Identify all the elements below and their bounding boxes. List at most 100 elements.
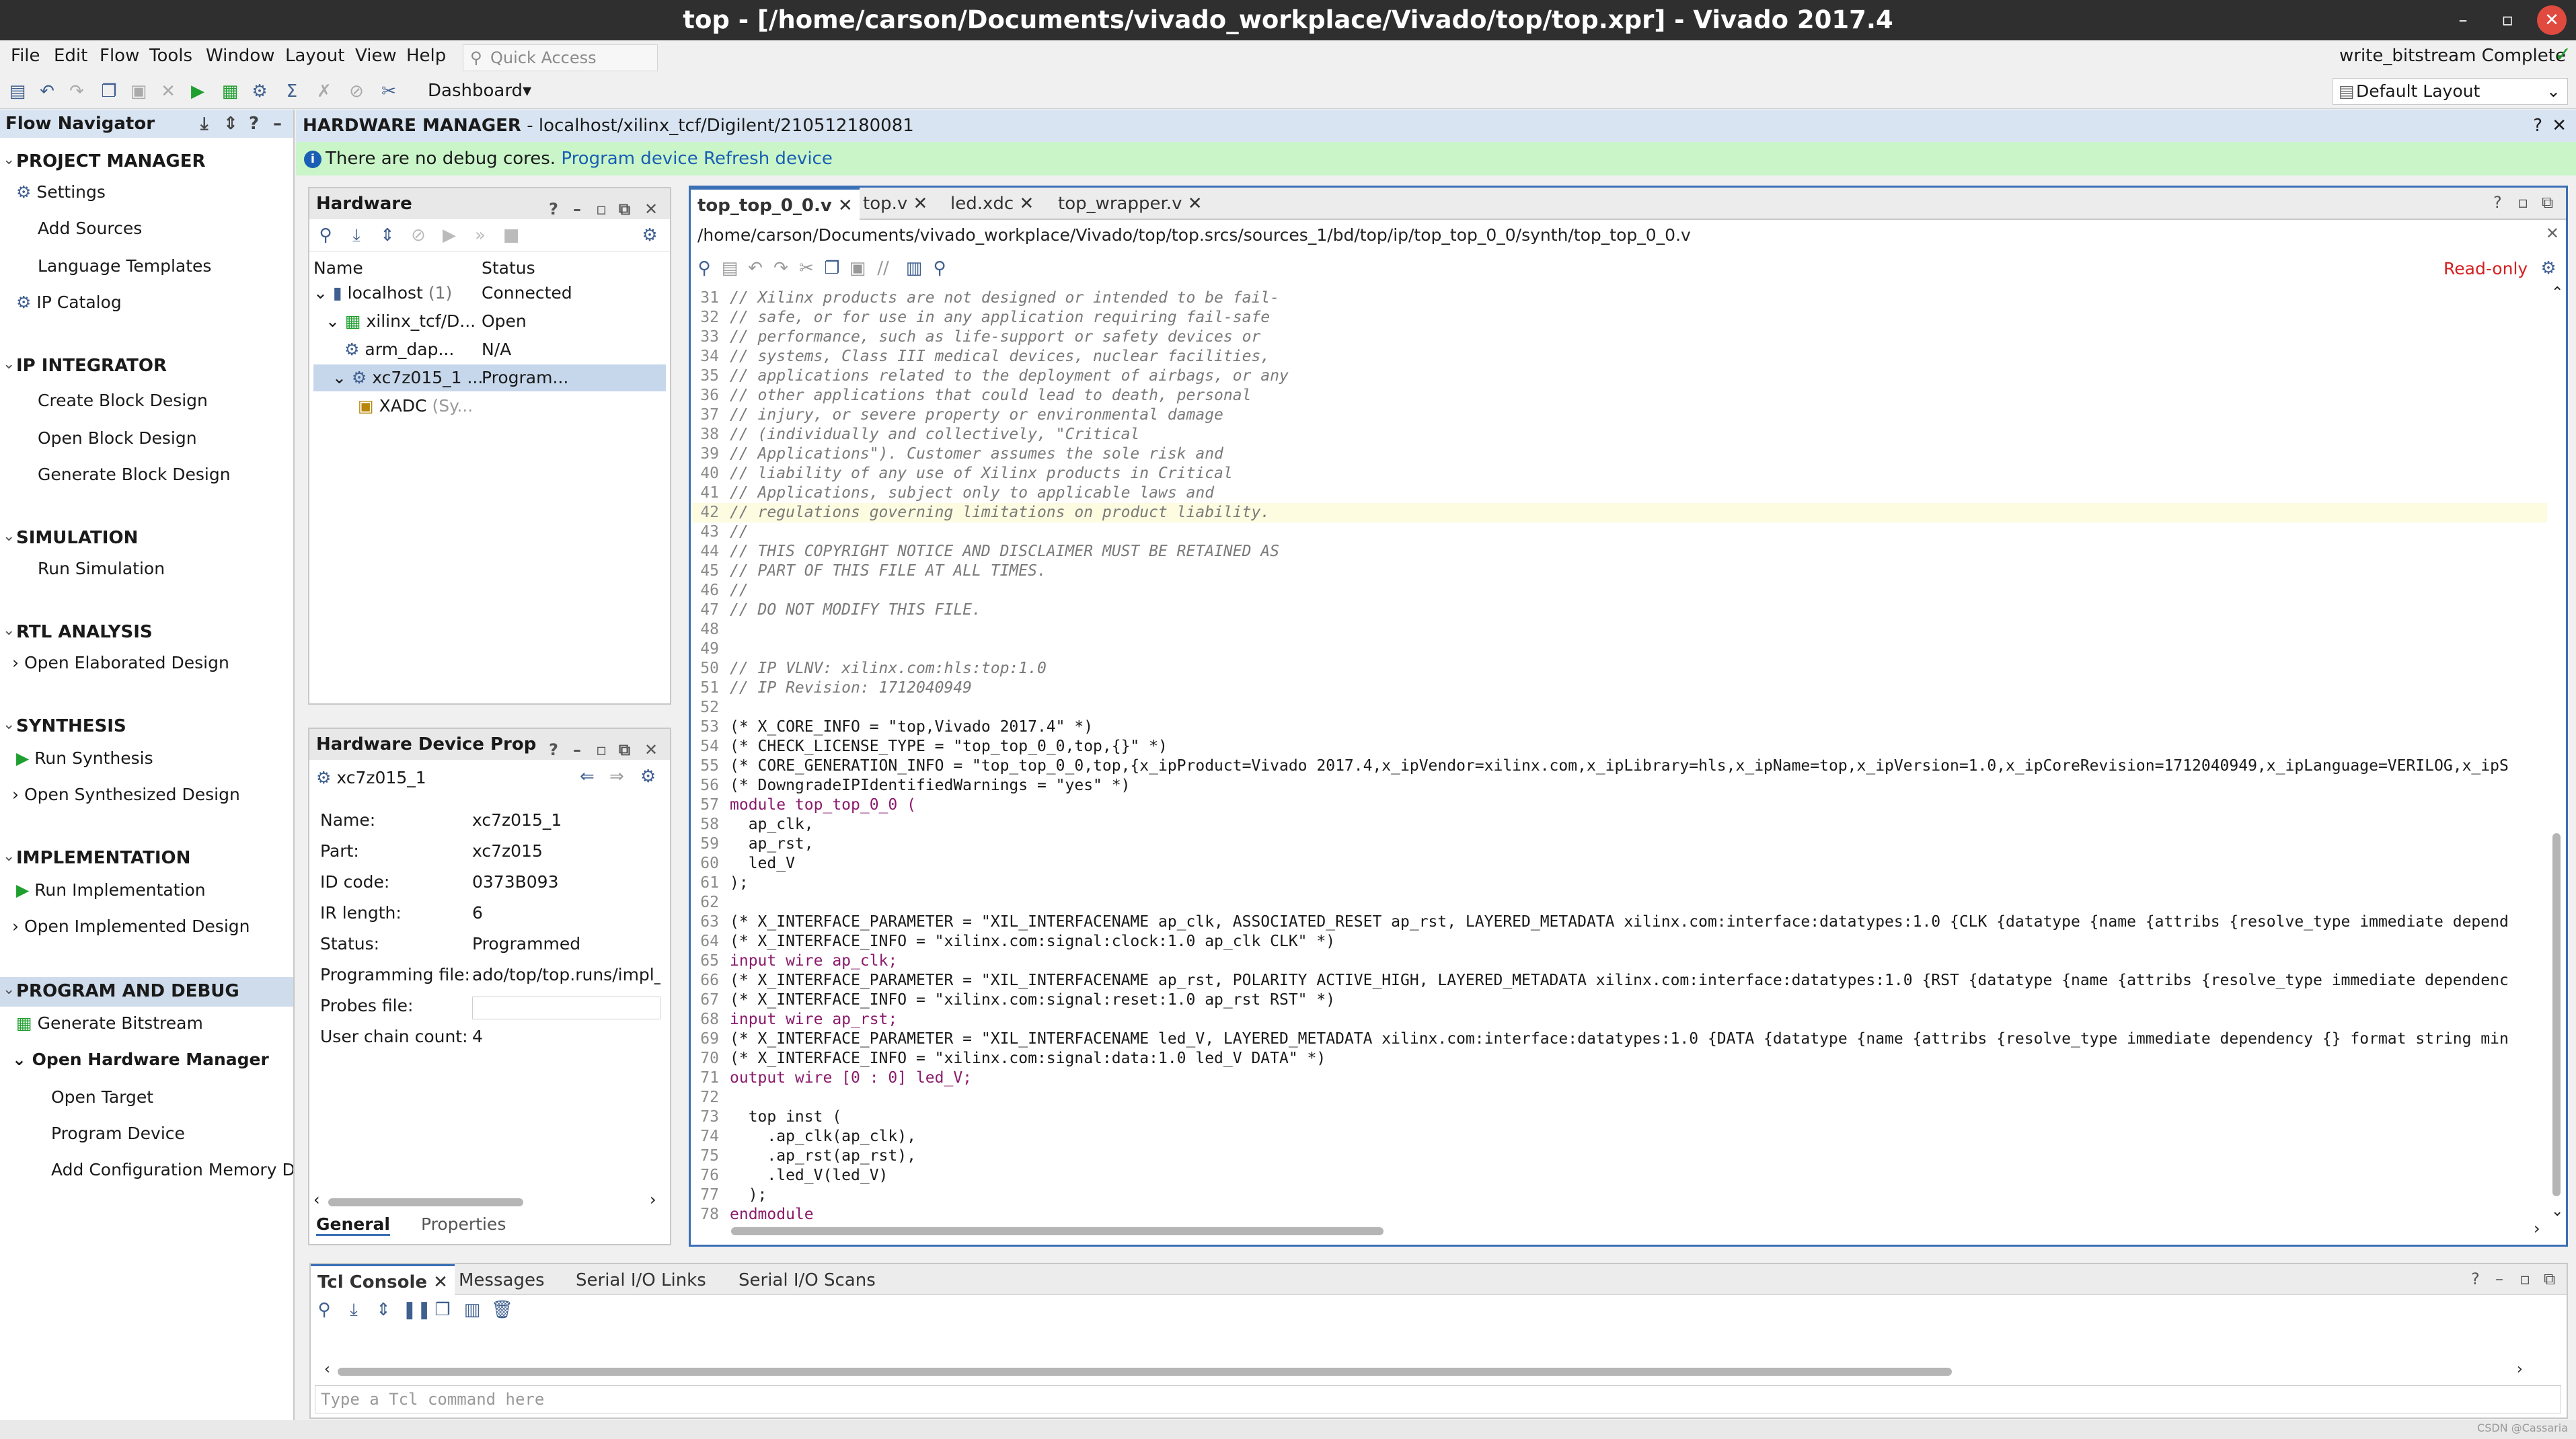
chevron-up-icon[interactable]: ⌃ (2551, 284, 2563, 301)
auto-connect-icon[interactable]: ⊘ (408, 225, 429, 246)
menu-tools[interactable]: Tools (149, 46, 192, 66)
minimize-icon[interactable]: – (2448, 5, 2478, 35)
tree-row-arm-dap[interactable]: ⚙ arm_dap... N/A (313, 336, 666, 363)
pause-icon[interactable]: ❚❚ (402, 1299, 432, 1321)
nav-run-simulation[interactable]: Run Simulation (38, 559, 165, 578)
tab-messages[interactable]: Messages (452, 1264, 552, 1296)
nav-open-block-design[interactable]: Open Block Design (38, 428, 197, 448)
nav-generate-bitstream[interactable]: ▦ Generate Bitstream (16, 1013, 203, 1033)
restore-panel-icon[interactable]: ▫ (2520, 1270, 2530, 1288)
section-ip-integrator[interactable]: IP INTEGRATOR (16, 356, 167, 376)
dashboard-menu[interactable]: Dashboard▾ (428, 81, 531, 101)
close-window-button[interactable]: ✕ (2537, 5, 2567, 35)
close-icon[interactable]: ✕ (2552, 110, 2567, 142)
minimize-panel-icon[interactable]: – (573, 734, 581, 765)
redo-icon[interactable]: ↷ (66, 81, 87, 102)
menu-view[interactable]: View (355, 46, 397, 66)
tab-top-top-0-0[interactable]: top_top_0_0.v ✕ (691, 188, 860, 220)
quick-access-input[interactable]: ⚲ Quick Access (463, 44, 658, 71)
menu-window[interactable]: Window (206, 46, 275, 66)
help-icon[interactable]: ? (2533, 110, 2542, 142)
refresh-device-link[interactable]: Refresh device (704, 149, 833, 169)
vertical-scrollbar[interactable]: ⌃ ⌄ (2548, 284, 2565, 1220)
trash-icon[interactable]: 🗑 (491, 1299, 513, 1321)
probes-file-field[interactable] (472, 997, 660, 1019)
copy-icon[interactable]: ❐ (821, 258, 843, 279)
run-icon[interactable]: ▶ (187, 81, 209, 102)
section-rtl-analysis[interactable]: RTL ANALYSIS (16, 622, 153, 642)
layout-select[interactable]: ▤ Default Layout ⌄ (2333, 78, 2568, 105)
nav-open-implemented-design[interactable]: › Open Implemented Design (12, 917, 250, 936)
undo-icon[interactable]: ↶ (36, 81, 58, 102)
menu-file[interactable]: File (11, 46, 40, 66)
back-arrow-icon[interactable]: ⇐ (580, 767, 595, 787)
nav-ip-catalog[interactable]: ⚙ IP Catalog (16, 293, 122, 312)
paste-icon[interactable]: ▣ (128, 81, 149, 102)
tab-general[interactable]: General (316, 1214, 390, 1236)
help-icon[interactable]: ? (2493, 193, 2502, 212)
horizontal-scrollbar[interactable]: › (731, 1219, 2547, 1239)
run-immediate-icon[interactable]: » (469, 225, 491, 246)
section-project-manager[interactable]: PROJECT MANAGER (16, 151, 205, 171)
search-icon[interactable]: ⚲ (693, 258, 715, 279)
copy-icon[interactable]: ❐ (98, 81, 120, 102)
restore-panel-icon[interactable]: ▫ (596, 734, 607, 765)
search-icon[interactable]: ⚲ (315, 225, 336, 246)
gear-icon[interactable]: ⚙ (2538, 258, 2559, 279)
nav-run-synthesis[interactable]: ▶ Run Synthesis (16, 748, 153, 768)
nav-run-implementation[interactable]: ▶ Run Implementation (16, 880, 206, 900)
nav-add-sources[interactable]: Add Sources (38, 219, 142, 238)
expand-all-icon[interactable]: ⇕ (373, 1299, 394, 1321)
chevron-down-icon[interactable]: ⌄ (3, 151, 15, 168)
copy-icon[interactable]: ❐ (432, 1299, 453, 1321)
forward-arrow-icon[interactable]: ⇒ (609, 767, 624, 787)
nav-settings[interactable]: ⚙ Settings (16, 182, 106, 202)
chevron-left-icon[interactable]: ‹ (313, 1190, 320, 1209)
close-tab-icon[interactable]: ✕ (913, 194, 928, 214)
chevron-right-icon[interactable]: › (2517, 1361, 2523, 1378)
paste-icon[interactable]: ▣ (847, 258, 868, 279)
scrollbar-thumb[interactable] (338, 1368, 1952, 1376)
close-tab-icon[interactable]: ✕ (838, 196, 853, 216)
menu-help[interactable]: Help (406, 46, 446, 66)
float-panel-icon[interactable]: ⧉ (2542, 193, 2553, 212)
undo-icon[interactable]: ↶ (745, 258, 766, 279)
minimize-panel-icon[interactable]: – (2495, 1270, 2503, 1288)
chevron-down-icon[interactable]: ⌄ (3, 716, 15, 733)
console-horizontal-scrollbar[interactable]: ‹ › (324, 1361, 2530, 1378)
sigma-icon[interactable]: Σ (281, 81, 303, 102)
delete-icon[interactable]: ✕ (157, 81, 179, 102)
close-tab-icon[interactable]: ✕ (1188, 194, 1203, 214)
section-synthesis[interactable]: SYNTHESIS (16, 716, 126, 736)
expand-all-icon[interactable]: ⇕ (377, 225, 398, 246)
expand-all-icon[interactable]: ⇕ (223, 110, 238, 138)
chevron-down-icon[interactable]: ⌄ (3, 848, 15, 865)
close-panel-icon[interactable]: ✕ (644, 734, 658, 765)
collapse-all-icon[interactable]: ⤓ (200, 110, 209, 138)
menu-edit[interactable]: Edit (54, 46, 87, 66)
cancel-icon[interactable]: ⊘ (346, 81, 367, 102)
tools-icon[interactable]: ✂ (378, 81, 400, 102)
help-icon[interactable]: ? (2471, 1270, 2480, 1288)
help-icon[interactable]: ? (549, 734, 558, 765)
nav-program-device[interactable]: Program Device (51, 1124, 185, 1143)
chevron-down-icon[interactable]: ⌄ (3, 622, 15, 639)
collapse-all-icon[interactable]: ⤓ (346, 225, 367, 246)
lightbulb-icon[interactable]: ⚲ (929, 258, 950, 279)
chevron-down-icon[interactable]: ⌄ (3, 356, 15, 373)
chevron-down-icon[interactable]: ⌄ (3, 981, 15, 998)
nav-add-configuration-memory[interactable]: Add Configuration Memory De (51, 1160, 293, 1179)
tree-row-xc7z015[interactable]: ⌄ ⚙ xc7z015_1 ... Program... (313, 364, 666, 391)
nav-open-synthesized-design[interactable]: › Open Synthesized Design (12, 785, 240, 804)
section-implementation[interactable]: IMPLEMENTATION (16, 848, 190, 868)
comment-icon[interactable]: // (872, 258, 894, 279)
cut-icon[interactable]: ✂ (796, 258, 817, 279)
run-trigger-icon[interactable]: ▶ (439, 225, 460, 246)
probe-icon[interactable]: ✗ (313, 81, 335, 102)
program-device-link[interactable]: Program device (561, 149, 697, 169)
columns-icon[interactable]: ▥ (903, 258, 925, 279)
nav-open-target[interactable]: Open Target (51, 1087, 153, 1107)
gear-icon[interactable]: ⚙ (640, 767, 656, 787)
chevron-left-icon[interactable]: ‹ (324, 1361, 330, 1378)
chevron-right-icon[interactable]: › (650, 1190, 656, 1209)
